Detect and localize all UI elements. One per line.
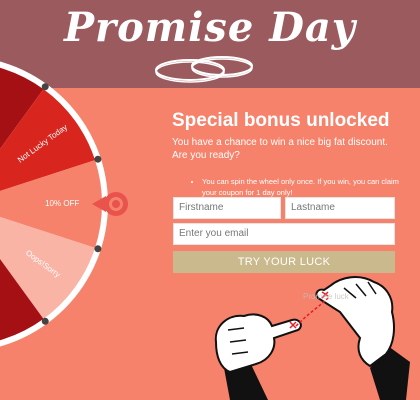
panel-subtitle: You have a chance to win a nice big fat … (172, 137, 388, 161)
wheel-peg (41, 317, 49, 325)
wheel-peg (94, 245, 102, 253)
wheel-segment-label: 10% OFF (45, 199, 79, 208)
wheel-peg (94, 155, 102, 163)
email-input[interactable]: Enter you email (173, 223, 395, 245)
offer-panel: Special bonus unlocked You have a chance… (172, 110, 400, 198)
rules-list: You can spin the wheel only once. If you… (172, 176, 400, 198)
rings-icon (155, 56, 253, 83)
panel-title: Special bonus unlocked (172, 110, 390, 131)
rule-item: You can spin the wheel only once. If you… (202, 176, 400, 198)
decor-text: Promise luck (303, 292, 349, 301)
lastname-input[interactable]: Lastname (285, 197, 395, 219)
try-your-luck-button[interactable]: TRY YOUR LUCK (173, 251, 395, 273)
wheel-peg (41, 83, 49, 91)
firstname-input[interactable]: Firstname (173, 197, 281, 219)
wheel-pointer-icon (92, 192, 128, 216)
